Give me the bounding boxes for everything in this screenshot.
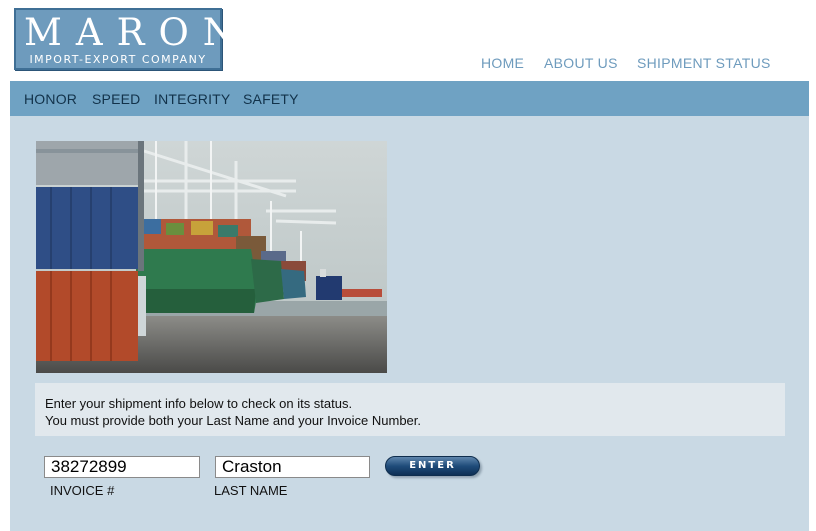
port-illustration [36,141,387,373]
invoice-number-label: INVOICE # [50,483,115,498]
logo-title: MARONI [24,11,278,54]
last-name-label: LAST NAME [214,483,288,498]
enter-button[interactable]: ENTER [385,456,480,476]
invoice-number-input[interactable] [44,456,200,478]
instructions-box: Enter your shipment info below to check … [35,383,785,436]
values-bar: HONOR SPEED INTEGRITY SAFETY [10,81,809,116]
value-integrity: INTEGRITY [154,91,231,107]
port-photo [36,141,387,373]
nav-link-about-us[interactable]: ABOUT US [544,55,618,71]
value-safety: SAFETY [243,91,299,107]
nav-link-home[interactable]: HOME [481,55,524,71]
instructions-line-1: Enter your shipment info below to check … [45,396,353,411]
instructions-line-2: You must provide both your Last Name and… [45,413,422,428]
nav-link-shipment-status[interactable]: SHIPMENT STATUS [637,55,771,71]
top-navigation: HOME ABOUT US SHIPMENT STATUS [0,55,816,73]
main-content: HONOR SPEED INTEGRITY SAFETY Enter your … [10,81,809,531]
value-honor: HONOR [24,91,78,107]
last-name-input[interactable] [215,456,370,478]
value-speed: SPEED [92,91,141,107]
